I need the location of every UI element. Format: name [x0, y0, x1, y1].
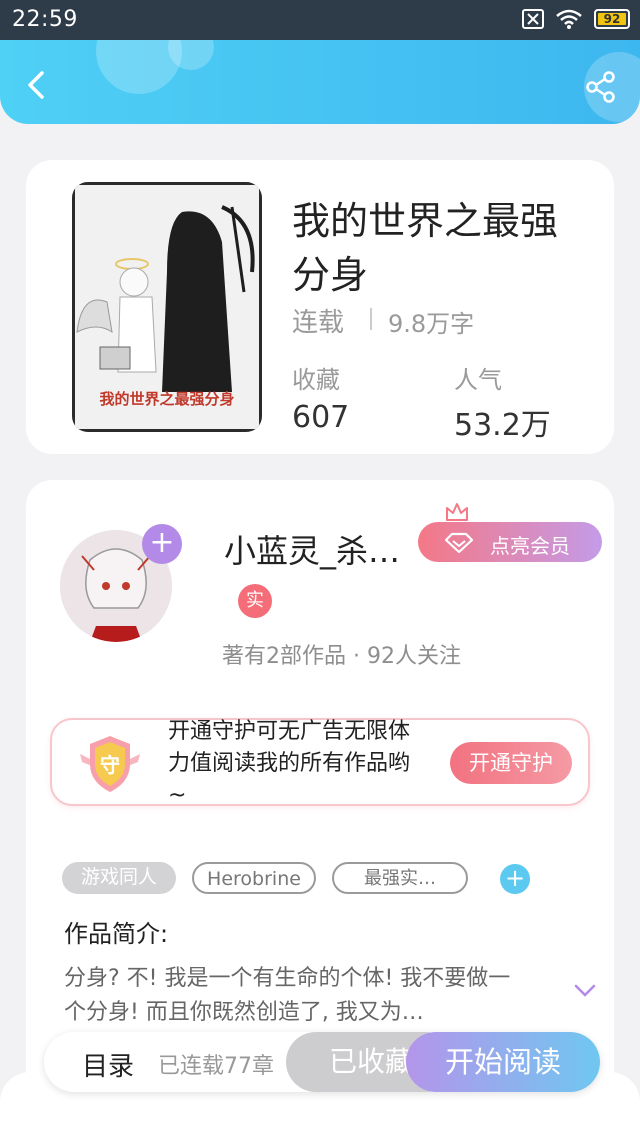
follow-plus-button[interactable]: +	[142, 524, 182, 564]
book-cover[interactable]: 我的世界之最强分身	[72, 182, 262, 432]
tag-game-fanfic[interactable]: 游戏同人	[62, 862, 176, 894]
verified-badge: 实	[238, 584, 272, 618]
intro-text: 分身? 不! 我是一个有生命的个体! 我不要做一个分身! 而且你既然创造了, 我…	[64, 966, 511, 1025]
author-works-info: 著有2部作品 · 92人关注	[222, 644, 461, 669]
back-icon[interactable]	[22, 70, 52, 100]
guard-promo-text: 开通守护可无广告无限体力值阅读我的所有作品哟~	[168, 719, 411, 808]
crown-icon	[446, 503, 468, 521]
start-reading-button[interactable]: 开始阅读	[406, 1032, 600, 1092]
favorites-value: 607	[292, 400, 350, 435]
author-card: + 小蓝灵_杀… 点亮会员 实 著有2部作品 · 92人关注 守 开通守护可无广…	[26, 480, 614, 1120]
svg-text:我的世界之最强分身: 我的世界之最强分身	[99, 390, 234, 408]
shield-icon: 守	[80, 736, 140, 792]
toc-button[interactable]: 目录	[82, 1046, 134, 1083]
vip-button[interactable]: 点亮会员	[418, 503, 602, 562]
status-time: 22:59	[12, 7, 78, 32]
author-name[interactable]: 小蓝灵_杀…	[224, 526, 400, 572]
diamond-icon	[444, 532, 474, 554]
bottom-action-bar: 目录 已连载77章 已收藏 开始阅读	[44, 1032, 600, 1092]
top-header	[0, 40, 640, 124]
book-info-card: 我的世界之最强分身 我的世界之最强分身 连载 9.8万字 收藏 607 人气 5…	[26, 160, 614, 454]
no-sim-icon	[522, 9, 544, 29]
tag-herobrine[interactable]: Herobrine	[192, 862, 316, 894]
chevron-down-icon[interactable]	[574, 984, 596, 998]
shield-char: 守	[100, 753, 120, 777]
book-title: 我的世界之最强分身	[292, 199, 559, 297]
share-icon[interactable]	[584, 70, 618, 104]
battery-icon: 92	[594, 9, 630, 29]
open-guard-button[interactable]: 开通守护	[450, 742, 572, 784]
tag-strongest[interactable]: 最强实…	[332, 862, 468, 894]
favorites-label: 收藏	[292, 366, 340, 394]
chapter-count: 已连载77章	[158, 1054, 274, 1079]
popularity-label: 人气	[454, 366, 502, 394]
add-tag-button[interactable]: +	[500, 864, 530, 894]
book-status: 连载	[292, 308, 345, 338]
book-word-count: 9.8万字	[388, 310, 475, 338]
vip-button-label: 点亮会员	[490, 534, 570, 558]
status-bar: 22:59 92	[0, 0, 640, 40]
intro-title: 作品简介:	[64, 920, 169, 948]
divider	[370, 308, 372, 330]
status-icons: 92	[522, 9, 630, 29]
popularity-value: 53.2万	[454, 408, 551, 443]
battery-level: 92	[603, 12, 621, 26]
guard-promo: 守 开通守护可无广告无限体力值阅读我的所有作品哟~ 开通守护	[50, 718, 590, 808]
wifi-icon	[556, 9, 582, 29]
